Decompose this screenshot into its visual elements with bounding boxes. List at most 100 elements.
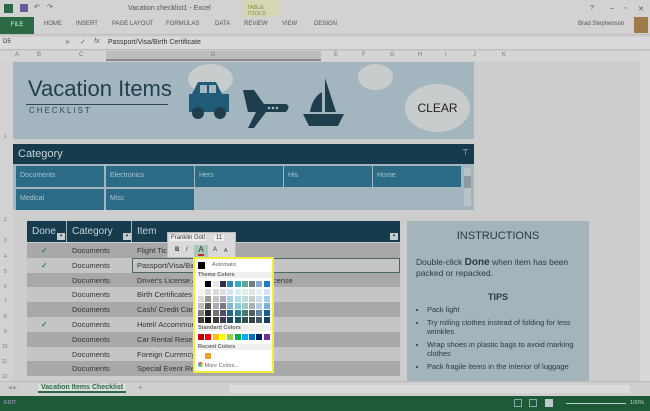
normal-view-icon[interactable] (514, 399, 522, 407)
theme-color-swatch[interactable] (198, 296, 204, 302)
standard-color-swatch[interactable] (234, 334, 241, 340)
theme-color-swatch[interactable] (219, 281, 226, 287)
tab-formulas[interactable]: FORMULAS (166, 21, 199, 27)
theme-color-swatch[interactable] (241, 281, 248, 287)
column-header[interactable]: D (211, 52, 215, 58)
theme-color-swatch[interactable] (227, 281, 234, 287)
maximize-button[interactable]: ▫ (624, 5, 626, 12)
theme-color-swatch[interactable] (256, 296, 263, 302)
theme-color-swatch[interactable] (198, 317, 204, 323)
theme-color-swatch[interactable] (205, 281, 212, 287)
theme-color-swatch[interactable] (263, 310, 270, 316)
horizontal-scrollbar[interactable] (230, 385, 630, 393)
theme-color-swatch[interactable] (234, 289, 241, 295)
category-cell[interactable]: Documents (72, 246, 110, 255)
zoom-level[interactable]: 100% (630, 400, 644, 406)
standard-color-swatch[interactable] (205, 334, 212, 340)
enter-icon[interactable]: ✓ (80, 38, 86, 46)
category-cell[interactable]: Documents (72, 290, 110, 299)
row-header[interactable]: 1 (4, 134, 7, 140)
theme-color-swatch[interactable] (263, 296, 270, 302)
theme-color-swatch[interactable] (263, 303, 270, 309)
theme-color-swatch[interactable] (198, 310, 204, 316)
theme-color-swatch[interactable] (212, 303, 219, 309)
italic-button[interactable]: I (186, 247, 188, 253)
tab-insert[interactable]: INSERT (76, 21, 98, 27)
add-sheet-button[interactable]: + (138, 383, 143, 392)
theme-color-swatch[interactable] (198, 281, 204, 287)
zoom-slider[interactable] (566, 403, 626, 404)
row-header[interactable]: 12 (2, 374, 8, 380)
theme-color-swatch[interactable] (227, 303, 234, 309)
formula-input[interactable]: Passport/Visa/Birth Certificate (108, 39, 201, 46)
minimize-button[interactable]: – (610, 5, 614, 12)
tab-data[interactable]: DATA (215, 21, 230, 27)
recent-color-swatch[interactable] (205, 353, 212, 359)
standard-color-swatch[interactable] (198, 334, 204, 340)
cancel-icon[interactable]: ✕ (65, 39, 70, 46)
theme-color-swatch[interactable] (205, 310, 212, 316)
undo-icon[interactable]: ↶ (34, 3, 40, 11)
theme-color-swatch[interactable] (249, 317, 256, 323)
column-header[interactable]: C (79, 52, 83, 58)
row-header[interactable]: 3 (4, 238, 7, 244)
done-cell[interactable]: ✓ (41, 261, 47, 270)
theme-color-swatch[interactable] (263, 289, 270, 295)
standard-color-swatch[interactable] (249, 334, 256, 340)
theme-color-swatch[interactable] (256, 317, 263, 323)
theme-color-swatch[interactable] (205, 296, 212, 302)
theme-color-swatch[interactable] (263, 281, 270, 287)
theme-color-swatch[interactable] (241, 317, 248, 323)
theme-color-swatch[interactable] (249, 310, 256, 316)
row-header[interactable]: 2 (4, 217, 7, 223)
column-header[interactable]: H (418, 52, 422, 58)
theme-color-swatch[interactable] (241, 296, 248, 302)
theme-color-swatch[interactable] (249, 296, 256, 302)
theme-color-swatch[interactable] (219, 296, 226, 302)
tab-design[interactable]: DESIGN (314, 21, 337, 27)
column-header[interactable]: J (473, 52, 476, 58)
theme-color-swatch[interactable] (241, 289, 248, 295)
page-layout-view-icon[interactable] (529, 399, 537, 407)
category-cell[interactable]: Documents (72, 305, 110, 314)
decrease-font-button[interactable]: A (224, 248, 227, 254)
theme-color-swatch[interactable] (227, 296, 234, 302)
slicer-item-his[interactable]: His (284, 166, 372, 187)
theme-color-swatch[interactable] (241, 303, 248, 309)
theme-color-swatch[interactable] (219, 317, 226, 323)
row-header[interactable]: 11 (2, 359, 7, 365)
category-cell[interactable]: Documents (72, 364, 110, 373)
tab-home[interactable]: HOME (44, 21, 62, 27)
standard-color-swatch[interactable] (256, 334, 263, 340)
tab-view[interactable]: VIEW (282, 21, 297, 27)
theme-color-swatch[interactable] (249, 303, 256, 309)
item-cell[interactable]: Foreign Currency (137, 350, 195, 359)
row-header[interactable]: 7 (4, 299, 7, 305)
theme-color-swatch[interactable] (234, 296, 241, 302)
slicer-item-electronics[interactable]: Electronics (106, 166, 194, 187)
save-icon[interactable] (20, 4, 28, 12)
category-cell[interactable]: Documents (72, 320, 110, 329)
theme-color-swatch[interactable] (256, 289, 263, 295)
theme-color-swatch[interactable] (256, 310, 263, 316)
theme-color-swatch[interactable] (198, 303, 204, 309)
increase-font-button[interactable]: A (213, 247, 217, 253)
row-header[interactable]: 4 (4, 254, 7, 260)
slicer-item-hers[interactable]: Hers (195, 166, 283, 187)
standard-color-swatch[interactable] (212, 334, 219, 340)
category-cell[interactable]: Documents (72, 335, 110, 344)
close-button[interactable]: ✕ (638, 5, 644, 13)
sheet-tab-active[interactable]: Vacation Items Checklist (38, 384, 127, 393)
theme-color-swatch[interactable] (234, 310, 241, 316)
column-header[interactable]: A (15, 52, 19, 58)
scroll-left-icon[interactable]: ◀ ▶ (8, 385, 17, 391)
clear-button[interactable]: CLEAR (405, 84, 470, 132)
page-break-view-icon[interactable] (545, 399, 553, 407)
standard-color-swatch[interactable] (241, 334, 248, 340)
theme-color-swatch[interactable] (219, 303, 226, 309)
tab-page-layout[interactable]: PAGE LAYOUT (112, 21, 153, 27)
standard-color-swatch[interactable] (219, 334, 226, 340)
automatic-color-option[interactable]: Automatic (197, 261, 272, 270)
font-size-select[interactable]: 11 (214, 235, 225, 241)
avatar[interactable] (634, 17, 648, 33)
